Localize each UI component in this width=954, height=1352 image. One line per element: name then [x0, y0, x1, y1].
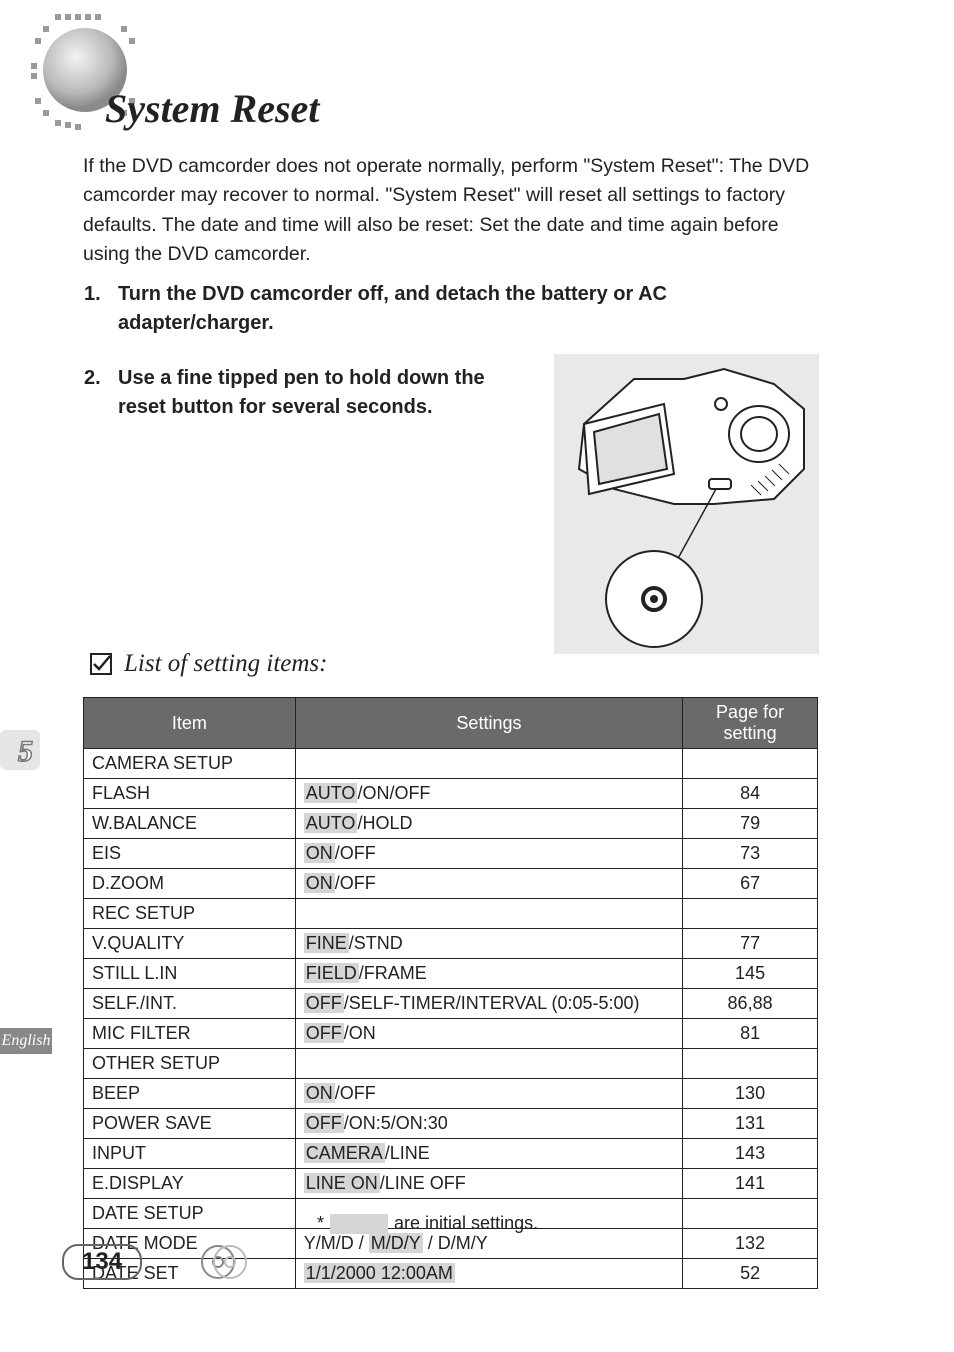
subheading: List of setting items: — [124, 650, 327, 678]
language-tab: English — [0, 1028, 52, 1054]
initial-setting-swatch-icon — [330, 1214, 388, 1234]
table-cell-page: 52 — [683, 1259, 818, 1289]
table-cell-page: 131 — [683, 1109, 818, 1139]
table-cell-page: 81 — [683, 1019, 818, 1049]
table-cell-item: STILL L.IN — [84, 959, 296, 989]
table-cell-page: 79 — [683, 809, 818, 839]
table-cell-item: OTHER SETUP — [84, 1049, 296, 1079]
table-cell-settings: FIELD/FRAME — [295, 959, 682, 989]
checkbox-icon — [90, 653, 112, 675]
table-cell-page: 73 — [683, 839, 818, 869]
footnote-text: are initial settings. — [394, 1213, 538, 1234]
table-cell-settings: OFF/ON — [295, 1019, 682, 1049]
step-1: 1.Turn the DVD camcorder off, and detach… — [84, 280, 824, 338]
step-2-text: Use a fine tipped pen to hold down the r… — [118, 364, 518, 422]
settings-table: Item Settings Page for setting CAMERA SE… — [83, 697, 818, 1289]
table-cell-page: 145 — [683, 959, 818, 989]
table-cell-settings — [295, 749, 682, 779]
col-header-item: Item — [84, 698, 296, 749]
col-header-page: Page for setting — [683, 698, 818, 749]
table-row: SELF./INT.OFF/SELF-TIMER/INTERVAL (0:05-… — [84, 989, 818, 1019]
table-cell-settings — [295, 899, 682, 929]
table-cell-settings: ON/OFF — [295, 839, 682, 869]
table-row: MIC FILTEROFF/ON81 — [84, 1019, 818, 1049]
table-cell-settings: LINE ON/LINE OFF — [295, 1169, 682, 1199]
table-cell-page — [683, 749, 818, 779]
chapter-badge: 5 — [0, 728, 42, 774]
table-cell-item: W.BALANCE — [84, 809, 296, 839]
table-row: INPUTCAMERA/LINE143 — [84, 1139, 818, 1169]
table-cell-item: E.DISPLAY — [84, 1169, 296, 1199]
table-cell-settings — [295, 1049, 682, 1079]
table-row: POWER SAVEOFF/ON:5/ON:30131 — [84, 1109, 818, 1139]
table-cell-page — [683, 899, 818, 929]
table-cell-page — [683, 1049, 818, 1079]
table-cell-item: SELF./INT. — [84, 989, 296, 1019]
intro-paragraph: If the DVD camcorder does not operate no… — [83, 152, 823, 269]
table-cell-item: INPUT — [84, 1139, 296, 1169]
page-title: System Reset — [105, 85, 319, 132]
table-cell-page: 141 — [683, 1169, 818, 1199]
table-row: STILL L.INFIELD/FRAME145 — [84, 959, 818, 989]
table-row: E.DISPLAYLINE ON/LINE OFF141 — [84, 1169, 818, 1199]
footnote-star: * — [317, 1213, 324, 1234]
table-row: BEEPON/OFF130 — [84, 1079, 818, 1109]
step-2-number: 2. — [84, 364, 118, 393]
table-row: CAMERA SETUP — [84, 749, 818, 779]
disc-icon — [200, 1240, 250, 1289]
table-cell-item: DATE SETUP — [84, 1199, 296, 1229]
table-row: W.BALANCEAUTO/HOLD79 — [84, 809, 818, 839]
table-cell-item: CAMERA SETUP — [84, 749, 296, 779]
table-cell-settings: OFF/ON:5/ON:30 — [295, 1109, 682, 1139]
table-row: D.ZOOMON/OFF67 — [84, 869, 818, 899]
step-1-text: Turn the DVD camcorder off, and detach t… — [118, 280, 808, 338]
page-number: 134 — [62, 1244, 142, 1280]
footnote: * are initial settings. — [317, 1213, 538, 1234]
table-row: FLASHAUTO/ON/OFF84 — [84, 779, 818, 809]
table-cell-settings: FINE/STND — [295, 929, 682, 959]
table-cell-page: 86,88 — [683, 989, 818, 1019]
table-cell-item: FLASH — [84, 779, 296, 809]
table-cell-page: 143 — [683, 1139, 818, 1169]
table-cell-settings: AUTO/ON/OFF — [295, 779, 682, 809]
table-cell-item: BEEP — [84, 1079, 296, 1109]
svg-text:5: 5 — [18, 735, 33, 768]
table-cell-item: V.QUALITY — [84, 929, 296, 959]
table-row: DATE SET1/1/2000 12:00AM52 — [84, 1259, 818, 1289]
table-row: OTHER SETUP — [84, 1049, 818, 1079]
step-1-number: 1. — [84, 280, 118, 309]
table-cell-settings: AUTO/HOLD — [295, 809, 682, 839]
camcorder-figure-icon — [554, 354, 854, 674]
table-cell-page: 67 — [683, 869, 818, 899]
table-cell-settings: CAMERA/LINE — [295, 1139, 682, 1169]
page-number-value: 134 — [62, 1244, 142, 1280]
table-cell-item: D.ZOOM — [84, 869, 296, 899]
col-header-settings: Settings — [295, 698, 682, 749]
table-row: REC SETUP — [84, 899, 818, 929]
step-2: 2.Use a fine tipped pen to hold down the… — [84, 364, 524, 422]
table-row: V.QUALITYFINE/STND77 — [84, 929, 818, 959]
table-cell-item: MIC FILTER — [84, 1019, 296, 1049]
table-cell-item: POWER SAVE — [84, 1109, 296, 1139]
table-cell-item: REC SETUP — [84, 899, 296, 929]
table-cell-settings: OFF/SELF-TIMER/INTERVAL (0:05-5:00) — [295, 989, 682, 1019]
table-cell-item: EIS — [84, 839, 296, 869]
table-cell-page — [683, 1199, 818, 1229]
table-row: EISON/OFF73 — [84, 839, 818, 869]
table-cell-settings: ON/OFF — [295, 869, 682, 899]
table-cell-settings: ON/OFF — [295, 1079, 682, 1109]
table-cell-page: 84 — [683, 779, 818, 809]
table-cell-page: 132 — [683, 1229, 818, 1259]
table-cell-settings: 1/1/2000 12:00AM — [295, 1259, 682, 1289]
table-cell-page: 77 — [683, 929, 818, 959]
table-cell-page: 130 — [683, 1079, 818, 1109]
